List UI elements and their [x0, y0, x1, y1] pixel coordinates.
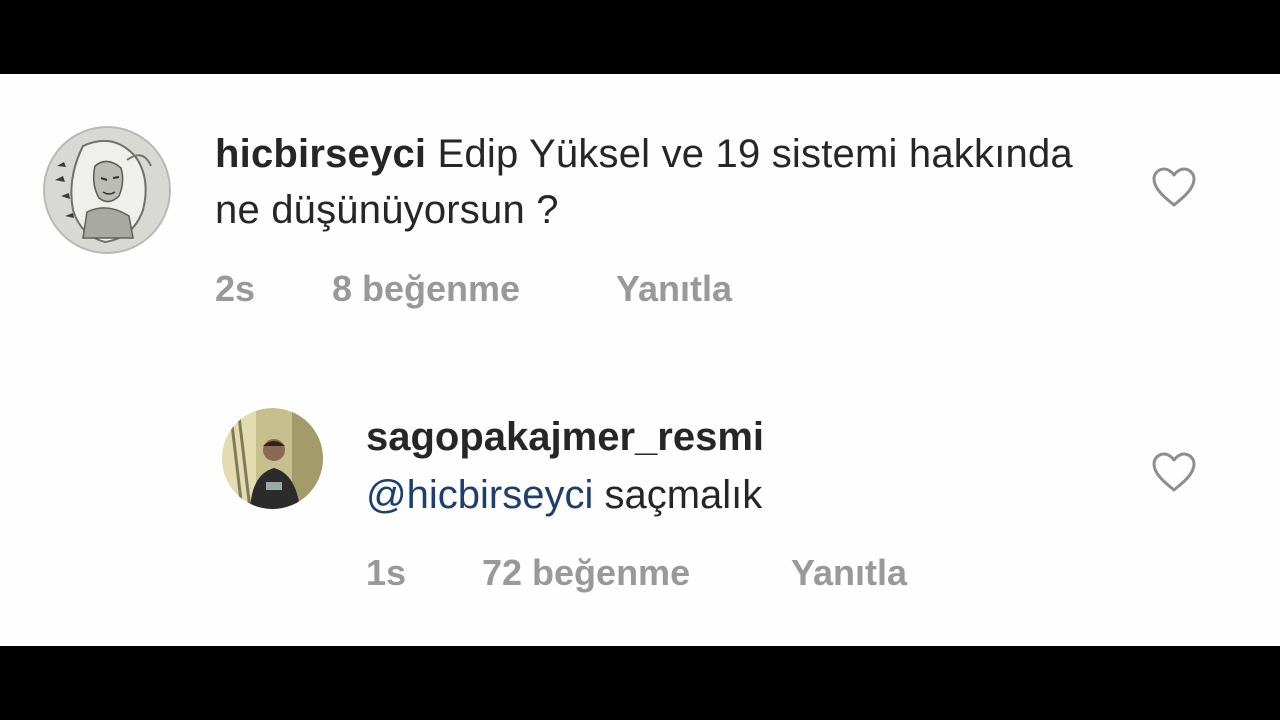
heart-outline-icon[interactable] [1151, 166, 1197, 208]
reply-button[interactable]: Yanıtla [791, 551, 907, 595]
comment-username[interactable]: hicbirseyci [215, 132, 426, 176]
avatar[interactable] [222, 408, 323, 509]
reply-button[interactable]: Yanıtla [616, 267, 732, 311]
likes-count-link[interactable]: 72 beğenme [482, 551, 690, 595]
likes-count-link[interactable]: 8 beğenme [332, 267, 520, 311]
comment-body: @hicbirseyci saçmalık [366, 467, 762, 523]
comment-username[interactable]: sagopakajmer_resmi [366, 409, 764, 465]
comment-time: 2s [215, 268, 256, 309]
comment-text: hicbirseyci Edip Yüksel ve 19 sistemi ha… [215, 126, 1095, 238]
avatar[interactable] [43, 126, 171, 254]
comment-time: 1s [366, 552, 407, 593]
letterbox-bottom [0, 646, 1280, 720]
heart-outline-icon[interactable] [1151, 451, 1197, 493]
mention-link[interactable]: @hicbirseyci [366, 473, 593, 517]
comments-panel: hicbirseyci Edip Yüksel ve 19 sistemi ha… [0, 74, 1280, 646]
letterbox-top [0, 0, 1280, 74]
comment-text: saçmalık [604, 473, 763, 517]
